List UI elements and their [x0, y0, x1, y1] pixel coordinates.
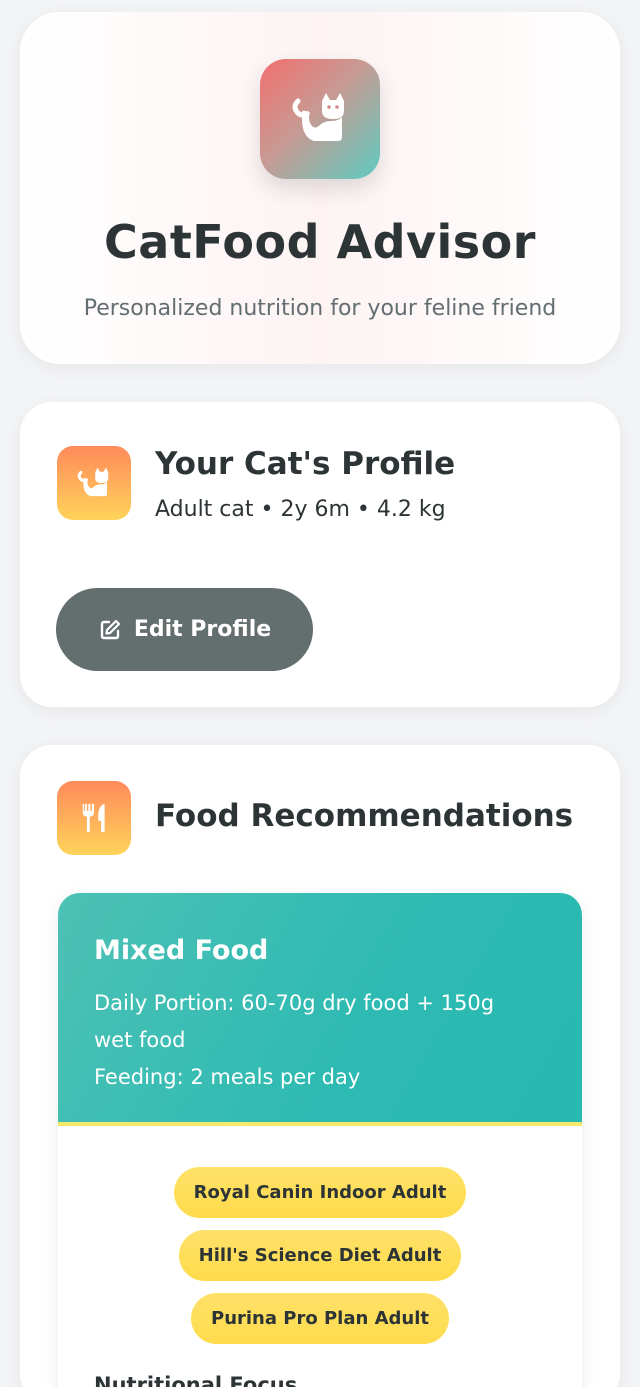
recommendation-card: Mixed Food Daily Portion: 60-70g dry foo…	[58, 893, 582, 1387]
cat-icon	[292, 93, 344, 141]
profile-summary: Adult cat • 2y 6m • 4.2 kg	[155, 497, 446, 522]
daily-portion: Daily Portion: 60-70g dry food + 150g we…	[94, 991, 495, 1052]
brand-pill[interactable]: Purina Pro Plan Adult	[191, 1293, 449, 1344]
app-title: CatFood Advisor	[104, 215, 536, 269]
edit-profile-button[interactable]: Edit Profile	[56, 588, 313, 671]
app-subtitle: Personalized nutrition for your feline f…	[83, 296, 557, 321]
cat-icon	[77, 467, 109, 497]
profile-badge	[57, 446, 131, 520]
nutritional-focus-heading: Nutritional Focus	[94, 1373, 298, 1387]
cat-profile-card: Your Cat's Profile Adult cat • 2y 6m • 4…	[20, 402, 620, 707]
food-recommendations-card: Food Recommendations Mixed Food Daily Po…	[20, 745, 620, 1387]
feeding-schedule: Feeding: 2 meals per day	[94, 1065, 361, 1089]
food-badge	[57, 781, 131, 855]
brand-pill[interactable]: Royal Canin Indoor Adult	[173, 1167, 467, 1218]
app-logo	[260, 59, 380, 179]
brand-pill[interactable]: Hill's Science Diet Adult	[178, 1230, 462, 1281]
edit-profile-label: Edit Profile	[133, 617, 272, 642]
food-type: Mixed Food	[94, 935, 269, 966]
app-header: CatFood Advisor Personalized nutrition f…	[20, 12, 620, 364]
profile-title: Your Cat's Profile	[155, 446, 456, 482]
page: CatFood Advisor Personalized nutrition f…	[0, 0, 640, 1387]
utensils-icon	[82, 803, 105, 833]
edit-icon	[100, 619, 120, 639]
recommendation-header: Mixed Food Daily Portion: 60-70g dry foo…	[58, 893, 582, 1126]
recommendation-details: Daily Portion: 60-70g dry food + 150g we…	[94, 985, 534, 1096]
brand-list: Royal Canin Indoor Adult Hill's Science …	[58, 1167, 582, 1344]
food-section-title: Food Recommendations	[155, 798, 574, 834]
